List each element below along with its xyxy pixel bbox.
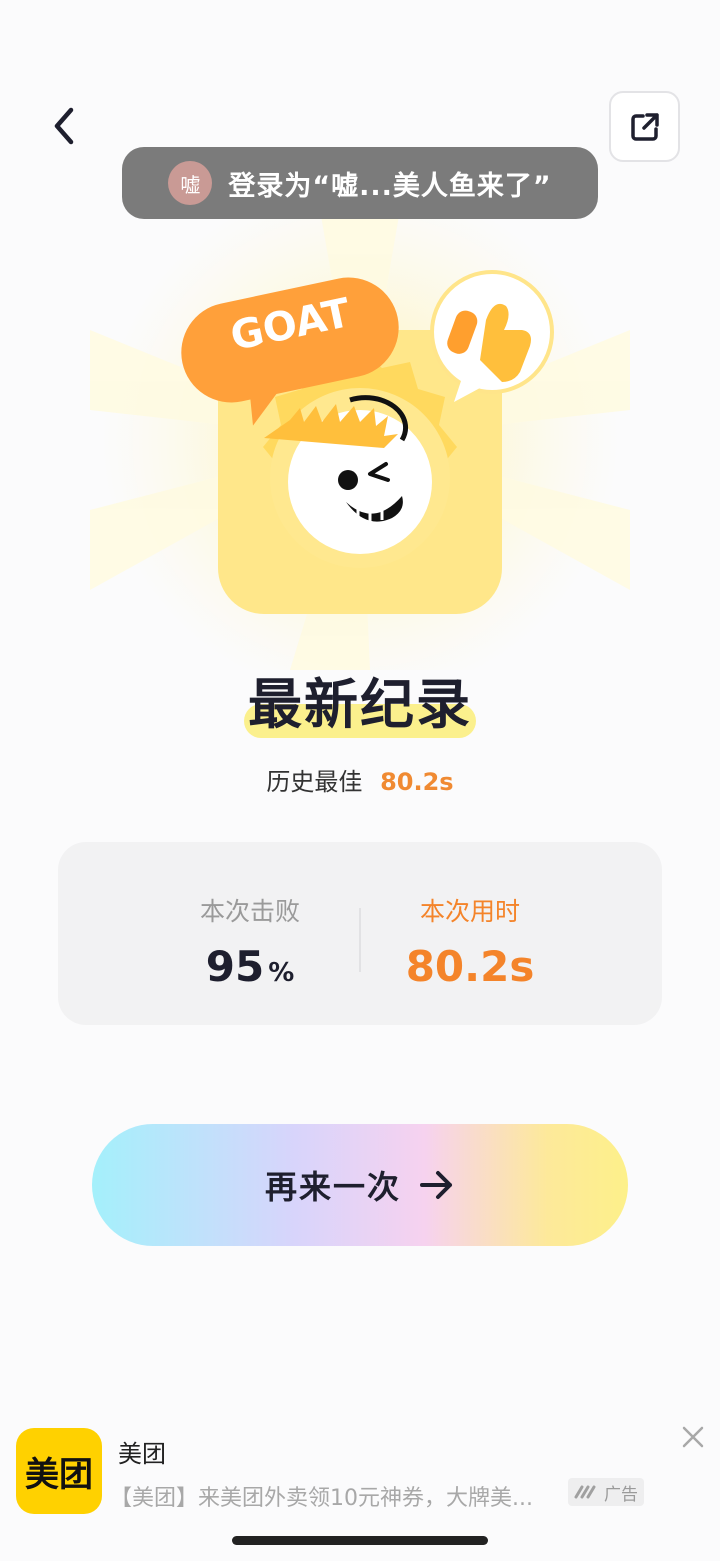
- close-icon: [682, 1426, 704, 1448]
- defeated-value: 95: [205, 942, 265, 991]
- ad-badge: 广告: [568, 1478, 644, 1506]
- chevron-left-icon: [54, 107, 74, 145]
- avatar: 嘘: [168, 161, 213, 205]
- goat-illustration: GOAT: [90, 180, 630, 700]
- stat-time: 本次用时 80.2s: [370, 892, 570, 991]
- home-indicator: [232, 1536, 488, 1545]
- play-again-button[interactable]: 再来一次: [92, 1124, 628, 1246]
- login-toast: 嘘 登录为“嘘...美人鱼来了”: [122, 147, 598, 219]
- arrow-right-icon: [420, 1171, 452, 1199]
- play-again-label: 再来一次: [264, 1168, 401, 1206]
- best-value: 80.2s: [380, 768, 454, 796]
- defeated-unit: %: [268, 958, 295, 988]
- ad-brand-icon: [574, 1485, 596, 1499]
- stats-card: 本次击败 95% 本次用时 80.2s: [58, 842, 662, 1025]
- share-button[interactable]: [609, 91, 680, 162]
- ad-close-button[interactable]: [680, 1424, 706, 1450]
- ad-title[interactable]: 美团: [118, 1434, 166, 1469]
- back-button[interactable]: [38, 100, 90, 152]
- toast-text: 登录为“嘘...美人鱼来了”: [228, 170, 552, 202]
- defeated-label: 本次击败: [199, 897, 300, 926]
- best-record-row: 历史最佳 80.2s: [0, 762, 720, 797]
- stat-defeated: 本次击败 95%: [150, 892, 350, 991]
- stats-divider: [359, 908, 361, 972]
- record-title: 最新纪录: [248, 673, 472, 736]
- ad-badge-label: 广告: [604, 1484, 638, 1505]
- ad-description[interactable]: 【美团】来美团外卖领10元神券，大牌美...: [110, 1480, 550, 1512]
- external-link-icon: [630, 112, 659, 141]
- ad-logo[interactable]: 美团: [16, 1428, 102, 1514]
- time-value: 80.2s: [405, 942, 535, 991]
- defeated-value-row: 95%: [150, 942, 350, 991]
- best-label: 历史最佳: [266, 768, 363, 796]
- time-label: 本次用时: [419, 897, 520, 926]
